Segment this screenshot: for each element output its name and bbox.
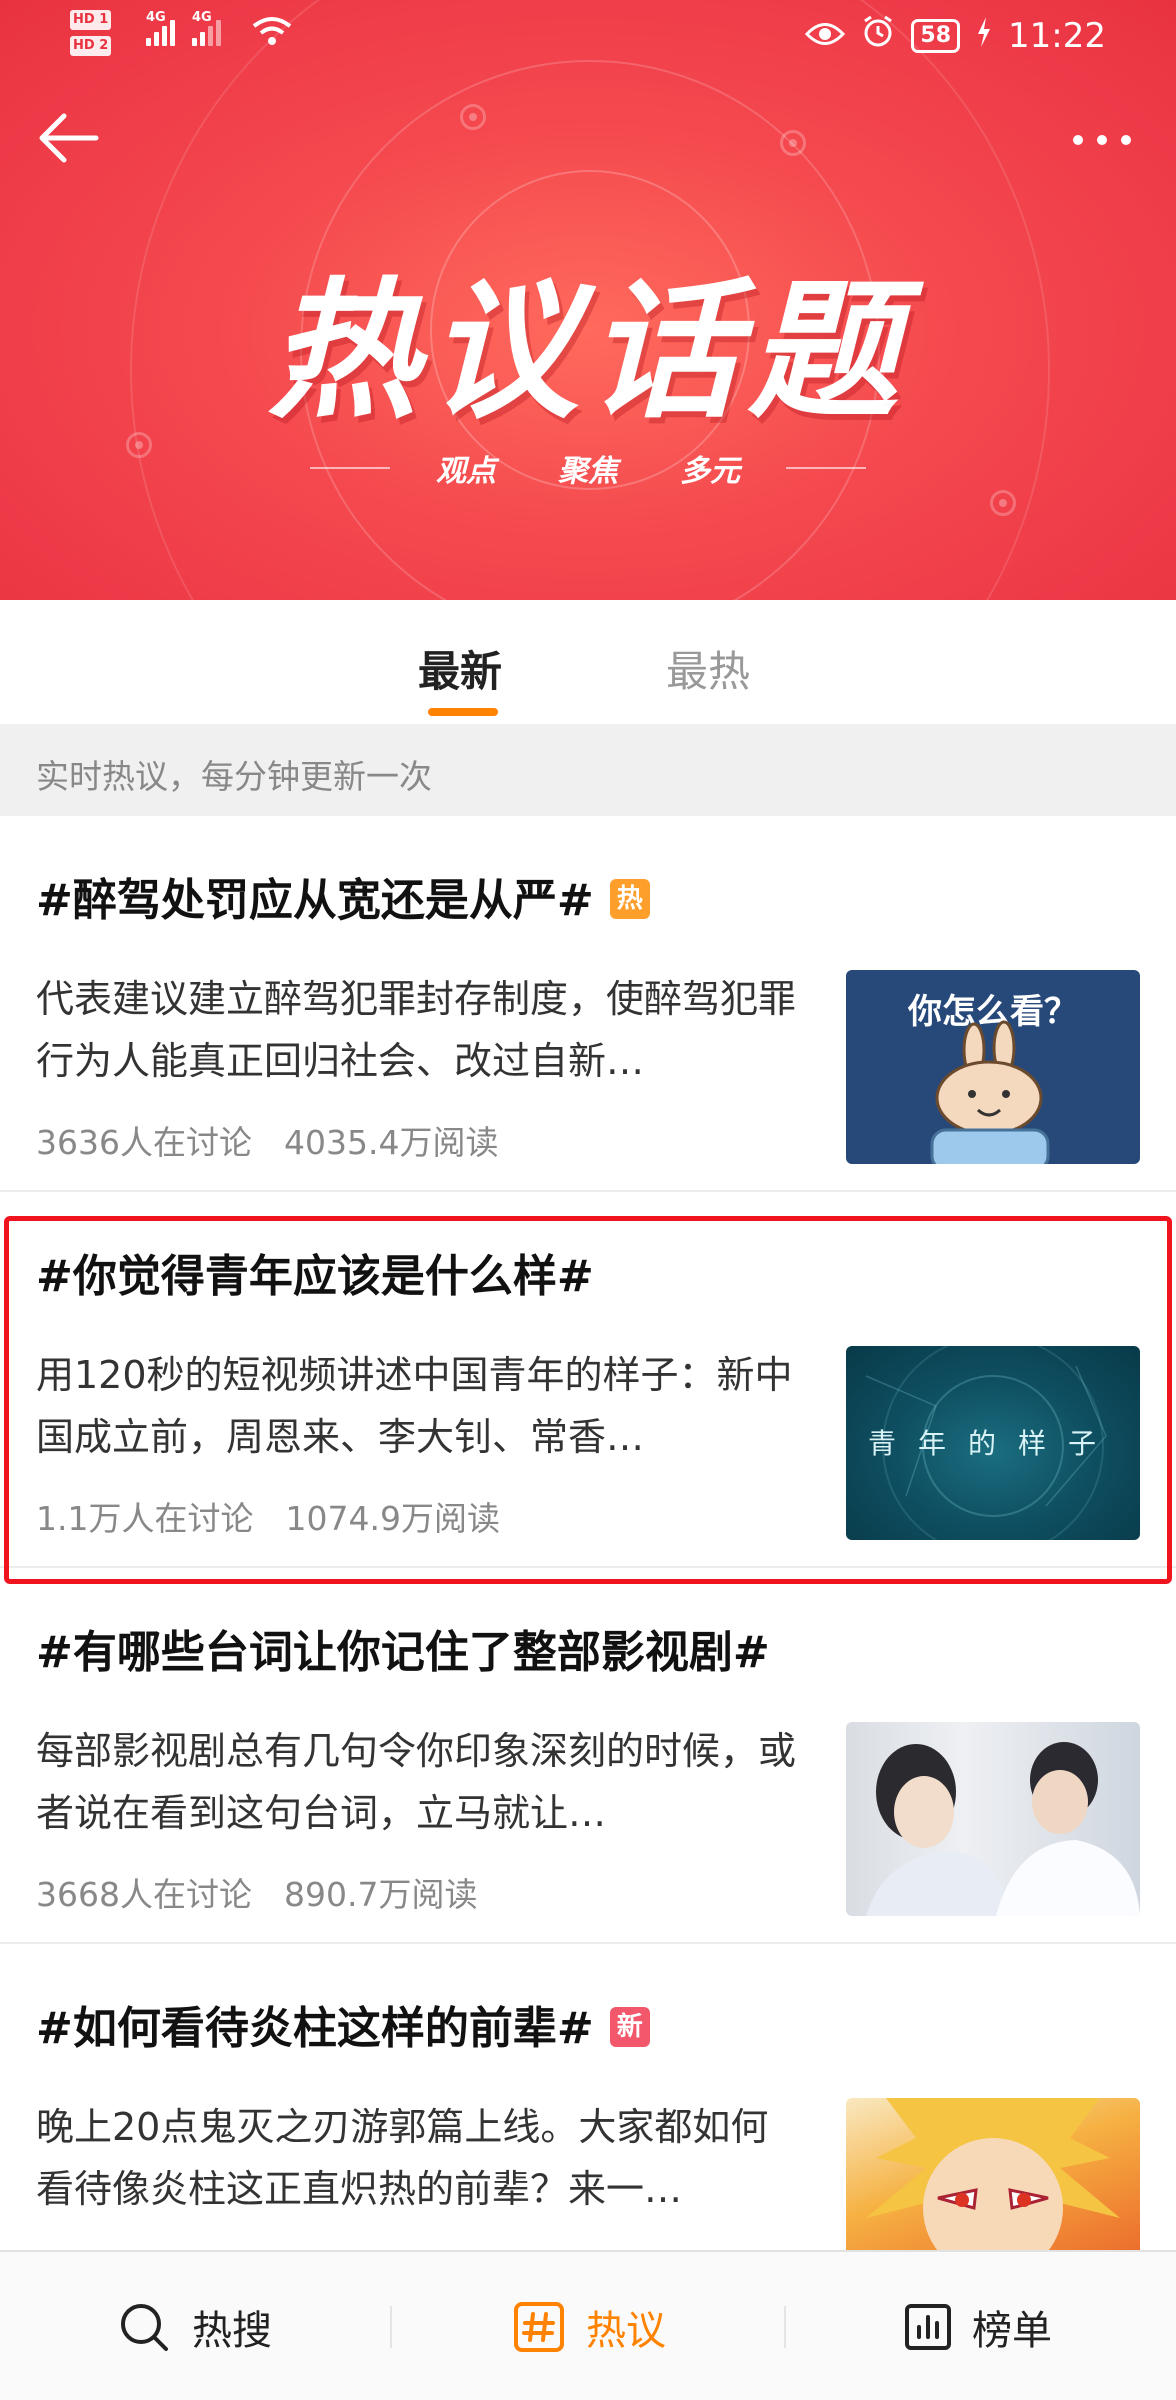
back-button[interactable] (34, 108, 106, 168)
divider (310, 467, 390, 469)
nav-hot-search[interactable]: 热搜 (116, 2252, 272, 2400)
clock: 11:22 (1008, 16, 1106, 56)
read-count: 1074.9万阅读 (285, 1499, 500, 1538)
topic-summary: 用120秒的短视频讲述中国青年的样子：新中国成立前，周恩来、李大钊、常香… (36, 1353, 793, 1459)
nav-divider (390, 2306, 392, 2348)
topic-thumbnail[interactable] (846, 1722, 1140, 1916)
topic-stats: 3636人在讨论 4035.4万阅读 (36, 1116, 498, 1164)
sim-indicators: HD 1 HD 2 (70, 8, 112, 60)
bottom-nav: 热搜 热议 榜单 (0, 2250, 1176, 2400)
topic-title-text: #醉驾处罚应从宽还是从严# (36, 875, 594, 926)
wifi-icon (252, 16, 292, 46)
signal-icon: 4G (192, 10, 221, 46)
topic-summary: 晚上20点鬼灭之刃游郭篇上线。大家都如何看待像炎柱这正直炽热的前辈？来一… (36, 2105, 769, 2211)
topic-title-text: #你觉得青年应该是什么样# (36, 1251, 594, 1302)
arrow-left-icon (39, 113, 99, 163)
topic-title[interactable]: #有哪些台词让你记住了整部影视剧# (36, 1616, 770, 1680)
hd1-label: HD 1 (70, 10, 112, 30)
hot-badge: 热 (609, 879, 650, 919)
nav-label: 榜单 (972, 2308, 1052, 2354)
rabbit-illustration (930, 1020, 1050, 1164)
tab-bar: 最新 最热 (0, 600, 1176, 724)
topic-title-text: #有哪些台词让你记住了整部影视剧# (36, 1627, 770, 1678)
discuss-count: 3636人在讨论 (36, 1123, 252, 1162)
hero-keyword: 多元 (680, 454, 740, 489)
status-bar: HD 1 HD 2 4G 4G 58 11:22 (0, 0, 1176, 72)
hero-title: 热议话题 (267, 265, 908, 439)
more-dots-icon (1073, 135, 1083, 145)
tab-latest[interactable]: 最新 (418, 638, 502, 699)
topic-thumbnail[interactable]: 青年的样子 (846, 1346, 1140, 1540)
tab-hottest[interactable]: 最热 (666, 638, 750, 699)
topic-list: #醉驾处罚应从宽还是从严# 热 代表建议建立醉驾犯罪封存制度，使醉驾犯罪行为人能真… (0, 816, 1176, 2320)
topic-title-text: #如何看待炎柱这样的前辈# (36, 2003, 594, 2054)
topic-thumbnail[interactable]: 你怎么看？ (846, 970, 1140, 1164)
tab-indicator (428, 708, 498, 716)
search-icon (121, 2304, 168, 2351)
bar-chart-icon (905, 2304, 951, 2350)
network-type: 4G (192, 10, 212, 25)
hero-deco-dot (780, 130, 806, 156)
signal-icon: 4G (146, 10, 175, 46)
topic-title[interactable]: #醉驾处罚应从宽还是从严# 热 (36, 864, 650, 928)
hero-keyword: 聚焦 (558, 454, 618, 489)
topic-item[interactable]: #有哪些台词让你记住了整部影视剧# 每部影视剧总有几句令你印象深刻的时候，或者说… (0, 1568, 1176, 1944)
nav-hot-topics[interactable]: 热议 (512, 2252, 666, 2400)
topic-item[interactable]: #醉驾处罚应从宽还是从严# 热 代表建议建立醉驾犯罪封存制度，使醉驾犯罪行为人能真… (0, 816, 1176, 1192)
read-count: 890.7万阅读 (283, 1875, 478, 1914)
hero-deco-dot (460, 104, 486, 130)
topic-stats: 3668人在讨论 890.7万阅读 (36, 1868, 477, 1916)
nav-label: 热议 (586, 2308, 666, 2354)
topic-stats: 1.1万人在讨论 1074.9万阅读 (36, 1492, 500, 1540)
read-count: 4035.4万阅读 (283, 1123, 499, 1162)
new-badge: 新 (609, 2007, 650, 2047)
nav-rankings[interactable]: 榜单 (904, 2252, 1052, 2400)
hero-banner: HD 1 HD 2 4G 4G 58 11:22 热议话题 观点 聚焦 多元 (0, 0, 1176, 600)
nav-divider (784, 2306, 786, 2348)
drama-still (866, 1742, 1140, 1916)
hero-keyword: 观点 (436, 454, 496, 489)
discuss-count: 3668人在讨论 (36, 1875, 252, 1914)
topic-item[interactable]: #你觉得青年应该是什么样# 用120秒的短视频讲述中国青年的样子：新中国成立前，… (0, 1192, 1176, 1568)
notice-text: 实时热议，每分钟更新一次 (36, 757, 432, 796)
topic-title[interactable]: #你觉得青年应该是什么样# (36, 1240, 594, 1304)
divider (786, 467, 866, 469)
more-button[interactable] (1062, 122, 1142, 158)
hd2-label: HD 2 (70, 36, 112, 56)
discuss-count: 1.1万人在讨论 (36, 1499, 254, 1538)
hashtag-icon (514, 2302, 564, 2352)
charging-icon (976, 17, 992, 55)
eye-icon (805, 17, 846, 55)
topic-summary: 代表建议建立醉驾犯罪封存制度，使醉驾犯罪行为人能真正回归社会、改过自新… (36, 977, 797, 1083)
topic-title[interactable]: #如何看待炎柱这样的前辈# 新 (36, 1992, 650, 2056)
update-notice: 实时热议，每分钟更新一次 (0, 724, 1176, 816)
status-right: 58 11:22 (805, 14, 1106, 58)
thumbnail-caption: 青年的样子 (867, 1427, 1118, 1460)
hero-subtitle: 观点 聚焦 多元 (0, 446, 1176, 490)
alarm-icon (861, 15, 895, 57)
hero-deco-dot (990, 490, 1016, 516)
topic-summary: 每部影视剧总有几句令你印象深刻的时候，或者说在看到这句台词，立马就让… (36, 1729, 797, 1835)
network-type: 4G (146, 10, 166, 25)
nav-label: 热搜 (192, 2308, 272, 2354)
battery-level: 58 (911, 19, 961, 53)
